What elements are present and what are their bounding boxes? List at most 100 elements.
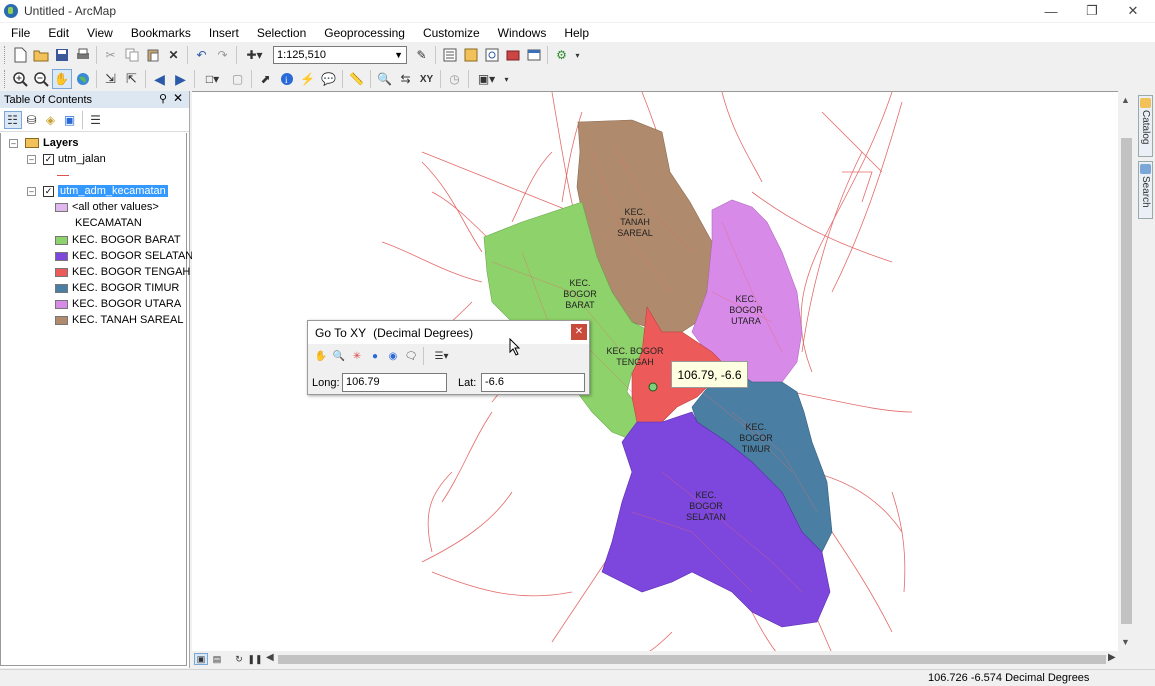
identify-icon[interactable]: i bbox=[277, 69, 297, 89]
new-document-icon[interactable] bbox=[10, 45, 30, 65]
layer-row-utm-adm-kecamatan[interactable]: – ✓ utm_adm_kecamatan bbox=[27, 183, 168, 199]
forward-arrow-icon[interactable]: ▶ bbox=[171, 69, 191, 89]
zoom-in-icon[interactable] bbox=[10, 69, 30, 89]
scroll-down-icon[interactable]: ▼ bbox=[1121, 637, 1130, 647]
collapse-icon[interactable]: – bbox=[9, 138, 18, 148]
arctoolbox-icon[interactable] bbox=[503, 45, 523, 65]
menu-edit[interactable]: Edit bbox=[37, 26, 76, 40]
pan-hand-icon[interactable]: ✋ bbox=[51, 69, 72, 89]
scroll-left-icon[interactable]: ◀ bbox=[266, 652, 274, 663]
minimize-button[interactable]: — bbox=[1031, 0, 1071, 22]
catalog-window-icon[interactable] bbox=[461, 45, 481, 65]
pin-icon[interactable]: ⚲ bbox=[159, 92, 167, 105]
horizontal-scroll-thumb[interactable] bbox=[278, 655, 1106, 664]
cut-icon[interactable]: ✂ bbox=[101, 45, 121, 65]
layout-view-icon[interactable]: ▤ bbox=[210, 653, 224, 665]
lat-input[interactable]: -6.6 bbox=[481, 373, 585, 392]
create-viewer-window-icon[interactable]: ▣▾ bbox=[473, 69, 501, 89]
menu-view[interactable]: View bbox=[76, 26, 120, 40]
list-by-source-icon[interactable]: ⛁ bbox=[23, 111, 41, 129]
vertical-scrollbar[interactable]: ▲ ▼ bbox=[1118, 91, 1135, 652]
measure-icon[interactable]: 📏 bbox=[347, 69, 367, 89]
zoom-out-icon[interactable] bbox=[31, 69, 51, 89]
hyperlink-icon[interactable]: ⚡ bbox=[298, 69, 318, 89]
layer-visibility-checkbox[interactable]: ✓ bbox=[43, 185, 54, 197]
delete-icon[interactable]: ✕ bbox=[164, 45, 184, 65]
html-popup-icon[interactable]: 💬 bbox=[319, 69, 339, 89]
print-icon[interactable] bbox=[73, 45, 93, 65]
clear-selection-icon[interactable]: ▢ bbox=[228, 69, 248, 89]
menu-selection[interactable]: Selection bbox=[246, 26, 313, 40]
open-folder-icon[interactable] bbox=[31, 45, 51, 65]
time-slider-icon[interactable]: ◷ bbox=[445, 69, 465, 89]
select-features-icon[interactable]: □▾ bbox=[199, 69, 227, 89]
list-by-drawing-order-icon[interactable]: ☷ bbox=[3, 110, 22, 129]
toolbar-options-icon-2[interactable]: ▾ bbox=[502, 69, 512, 89]
layer-row-utm-jalan[interactable]: – ✓ utm_jalan bbox=[27, 151, 106, 167]
layers-group-row[interactable]: – Layers bbox=[9, 135, 78, 151]
menu-geoprocessing[interactable]: Geoprocessing bbox=[313, 26, 412, 40]
catalog-tab[interactable]: Catalog bbox=[1138, 95, 1153, 157]
restore-button[interactable]: ❐ bbox=[1072, 0, 1112, 22]
editor-toolbar-icon[interactable]: ✎ bbox=[412, 45, 432, 65]
add-callout-icon[interactable]: 🗨 bbox=[403, 348, 420, 365]
long-input[interactable]: 106.79 bbox=[342, 373, 447, 392]
copy-icon[interactable] bbox=[122, 45, 142, 65]
redo-icon[interactable]: ↷ bbox=[213, 45, 233, 65]
list-by-selection-icon[interactable]: ▣ bbox=[61, 111, 79, 129]
collapse-icon[interactable]: – bbox=[27, 186, 36, 196]
find-route-icon[interactable]: ⇆ bbox=[396, 69, 416, 89]
save-icon[interactable] bbox=[52, 45, 72, 65]
collapse-icon[interactable]: – bbox=[27, 154, 36, 164]
legend-row[interactable]: KEC. BOGOR TENGAH bbox=[55, 264, 190, 280]
list-by-visibility-icon[interactable]: ◈ bbox=[42, 111, 60, 129]
legend-row[interactable]: KEC. TANAH SAREAL bbox=[55, 312, 183, 328]
paste-icon[interactable] bbox=[143, 45, 163, 65]
toc-window-icon[interactable] bbox=[440, 45, 460, 65]
menu-customize[interactable]: Customize bbox=[412, 26, 487, 40]
legend-row-other[interactable]: <all other values> bbox=[55, 199, 159, 215]
full-extent-globe-icon[interactable] bbox=[73, 69, 93, 89]
scroll-right-icon[interactable]: ▶ bbox=[1108, 652, 1116, 663]
toc-options-icon[interactable]: ☰ bbox=[87, 111, 105, 129]
toolbar-grip[interactable] bbox=[4, 46, 7, 64]
legend-row[interactable]: KEC. BOGOR SELATAN bbox=[55, 248, 193, 264]
dialog-title-bar[interactable]: Go To XY (Decimal Degrees) bbox=[308, 321, 589, 344]
menu-help[interactable]: Help bbox=[553, 26, 596, 40]
select-elements-arrow-icon[interactable]: ⬈ bbox=[256, 69, 276, 89]
fixed-zoom-in-icon[interactable]: ⇲ bbox=[101, 69, 121, 89]
line-symbol-row[interactable] bbox=[57, 167, 69, 183]
pan-to-icon[interactable]: ✋ bbox=[313, 348, 330, 365]
toolbar-grip-2[interactable] bbox=[4, 70, 7, 88]
model-builder-icon[interactable]: ⚙ bbox=[552, 45, 572, 65]
data-view-icon[interactable]: ▣ bbox=[194, 653, 208, 665]
toolbar-options-icon[interactable]: ▾ bbox=[573, 45, 583, 65]
horizontal-scrollbar[interactable] bbox=[278, 654, 1106, 664]
menu-insert[interactable]: Insert bbox=[198, 26, 246, 40]
search-tab[interactable]: Search bbox=[1138, 161, 1153, 219]
back-arrow-icon[interactable]: ◀ bbox=[150, 69, 170, 89]
menu-bookmarks[interactable]: Bookmarks bbox=[120, 26, 198, 40]
python-window-icon[interactable] bbox=[524, 45, 544, 65]
scroll-up-icon[interactable]: ▲ bbox=[1121, 95, 1130, 105]
close-icon[interactable]: ✕ bbox=[173, 91, 183, 105]
add-point-icon[interactable]: ● bbox=[367, 348, 384, 365]
layer-visibility-checkbox[interactable]: ✓ bbox=[43, 153, 54, 165]
add-labeled-point-icon[interactable]: ◉ bbox=[385, 348, 402, 365]
pause-drawing-icon[interactable]: ❚❚ bbox=[247, 653, 262, 665]
close-window-button[interactable]: ✕ bbox=[1113, 0, 1153, 22]
zoom-to-icon[interactable]: 🔍 bbox=[331, 348, 348, 365]
refresh-icon[interactable]: ↻ bbox=[232, 653, 246, 665]
search-window-icon[interactable] bbox=[482, 45, 502, 65]
legend-row[interactable]: KEC. BOGOR TIMUR bbox=[55, 280, 179, 296]
find-binoculars-icon[interactable]: 🔍 bbox=[375, 69, 395, 89]
add-data-icon[interactable]: ✚▾ bbox=[241, 45, 269, 65]
fixed-zoom-out-icon[interactable]: ⇱ bbox=[122, 69, 142, 89]
menu-windows[interactable]: Windows bbox=[487, 26, 554, 40]
units-menu-icon[interactable]: ☰▾ bbox=[428, 348, 456, 365]
legend-row[interactable]: KEC. BOGOR UTARA bbox=[55, 296, 181, 312]
undo-icon[interactable]: ↶ bbox=[192, 45, 212, 65]
vertical-scroll-thumb[interactable] bbox=[1121, 138, 1132, 624]
map-scale-dropdown[interactable]: 1:125,510 ▼ bbox=[273, 46, 407, 64]
menu-file[interactable]: File bbox=[0, 26, 37, 40]
